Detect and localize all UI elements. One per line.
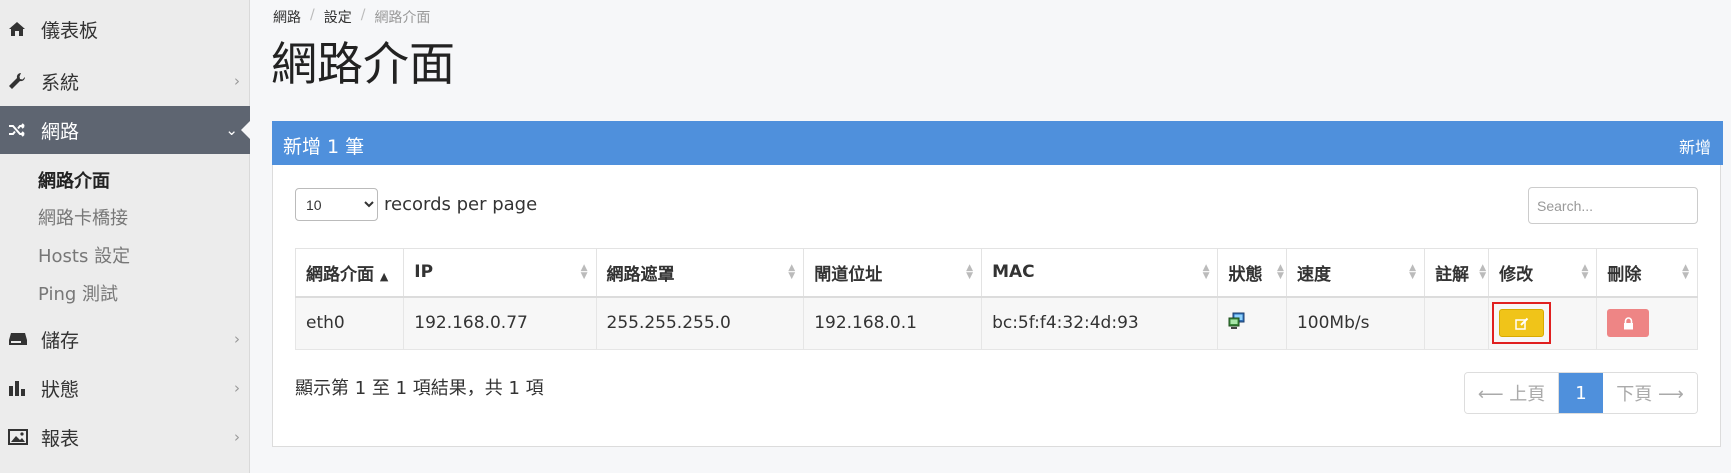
sidebar: 儀表板 系統 › 網路 ⌄ 網路介面 網路卡橋接 Hosts 設定 Ping 測… [0,0,251,473]
column-header-speed[interactable]: 速度 ▲ ▼ [1285,248,1426,298]
sidebar-subitem-ping[interactable]: Ping 測試 [38,280,118,306]
sidebar-item-storage[interactable]: 儲存 › [0,315,250,363]
sidebar-item-status[interactable]: 狀態 › [0,364,250,412]
shuffle-icon [8,106,30,154]
chevron-right-icon: › [234,330,240,348]
chevron-down-icon: ⌄ [225,121,238,139]
column-header-status[interactable]: 狀態 ▲ ▼ [1217,248,1287,298]
sort-icon: ▲ ▼ [1581,263,1589,281]
sort-icon: ▲ ▼ [1682,263,1689,281]
column-header-netmask[interactable]: 網路遮罩 ▲ ▼ [595,248,805,298]
column-header-delete[interactable]: 刪除 ▲ ▼ [1596,248,1698,298]
edit-icon [1514,317,1528,330]
delete-button[interactable] [1607,309,1650,338]
cell-note [1424,296,1490,350]
drive-icon [8,315,30,363]
breadcrumb-current: 網路介面 [374,10,431,26]
cell-netmask: 255.255.255.0 [595,296,805,350]
breadcrumb-item[interactable]: 設定 [324,7,352,27]
sort-icon: ▲ ▼ [1202,263,1210,281]
active-indicator [241,120,251,140]
cell-ip: 192.168.0.77 [403,296,597,350]
cell-speed: 100Mb/s [1285,296,1426,350]
panel-title: 新增 1 筆 [283,136,365,158]
lock-icon [1623,317,1633,330]
panel-header: 新增 1 筆 新增 [272,121,1723,165]
sort-icon: ▲ ▼ [580,263,588,281]
chevron-right-icon: › [234,72,240,90]
sidebar-item-label: 報表 [41,427,80,450]
sidebar-item-reports[interactable]: 報表 › [0,413,250,461]
sidebar-item-network[interactable]: 網路 ⌄ [0,106,251,154]
prev-page-button[interactable]: ⟵ 上頁 [1465,373,1559,413]
breadcrumb-item[interactable]: 網路 [273,7,301,27]
sidebar-item-label: 網路 [41,120,80,143]
sidebar-item-label: 系統 [41,71,80,94]
cell-mac: bc:5f:f4:32:4d:93 [981,296,1219,350]
search-input[interactable] [1528,187,1698,224]
pagination: ⟵ 上頁 1 下頁 ⟶ [1464,372,1698,414]
next-page-button[interactable]: 下頁 ⟶ [1603,373,1697,413]
breadcrumb: 網路 / 設定 / 網路介面 [273,7,431,27]
cell-status [1217,296,1287,350]
interface-panel: 新增 1 筆 新增 10 records per page 網路介面 ▲ IP▲… [272,121,1723,447]
per-page-label: records per page [384,194,538,215]
sidebar-subitem-bridge[interactable]: 網路卡橋接 [38,204,128,230]
table-header-row: 網路介面 ▲ IP ▲ ▼ 網路遮罩 ▲ ▼ 閘道位址 ▲ ▼ MAC ▲ ▼ 狀態 ▲ ▼ 速度 ▲… [294,248,1698,298]
cell-interface: eth0 [294,296,405,350]
column-header-mac[interactable]: MAC ▲ ▼ [981,248,1219,298]
cell-gateway: 192.168.0.1 [803,296,983,350]
image-icon [8,413,30,461]
network-connected-icon [1228,312,1246,335]
per-page-control: 10 records per page [295,188,537,221]
page-title: 網路介面 [271,37,455,91]
add-button[interactable]: 新增 [1679,134,1711,158]
column-header-interface[interactable]: 網路介面 ▲ [294,248,405,298]
per-page-select[interactable]: 10 [295,188,378,221]
home-icon [8,5,30,53]
page-1-button[interactable]: 1 [1559,373,1603,413]
sidebar-item-label: 狀態 [41,378,80,401]
column-header-edit[interactable]: 修改 ▲ ▼ [1488,248,1598,298]
table-row: eth0 192.168.0.77 255.255.255.0 192.168.… [294,296,1698,350]
sidebar-item-system[interactable]: 系統 › [0,57,250,105]
sort-icon: ▲ ▼ [966,263,974,281]
sort-asc-icon: ▲ [379,269,389,283]
edit-highlight [1492,302,1552,345]
sidebar-subitem-network-interface[interactable]: 網路介面 [38,167,110,193]
sort-icon: ▲ ▼ [1479,263,1487,281]
column-header-ip[interactable]: IP ▲ ▼ [403,248,597,298]
wrench-icon [8,57,30,105]
sort-icon: ▲ ▼ [1409,263,1417,281]
chevron-right-icon: › [234,428,240,446]
bar-chart-icon [8,364,30,412]
chevron-right-icon: › [234,379,240,397]
result-info: 顯示第 1 至 1 項結果，共 1 項 [295,378,544,399]
sort-icon: ▲ ▼ [1277,263,1284,281]
edit-button[interactable] [1499,309,1545,338]
sidebar-subitem-hosts[interactable]: Hosts 設定 [38,242,130,268]
sidebar-item-dashboard[interactable]: 儀表板 [0,5,250,53]
cell-edit [1488,296,1598,350]
sort-icon: ▲ ▼ [788,263,796,281]
column-header-gateway[interactable]: 閘道位址 ▲ ▼ [803,248,983,298]
cell-delete [1596,296,1698,350]
sidebar-item-label: 儀表板 [41,19,99,42]
sidebar-item-label: 儲存 [41,329,80,352]
interface-table: 網路介面 ▲ IP ▲ ▼ 網路遮罩 ▲ ▼ 閘道位址 ▲ ▼ MAC ▲ ▼ 狀態 ▲ ▼ 速度 ▲… [294,248,1698,350]
column-header-note[interactable]: 註解 ▲ ▼ [1424,248,1490,298]
